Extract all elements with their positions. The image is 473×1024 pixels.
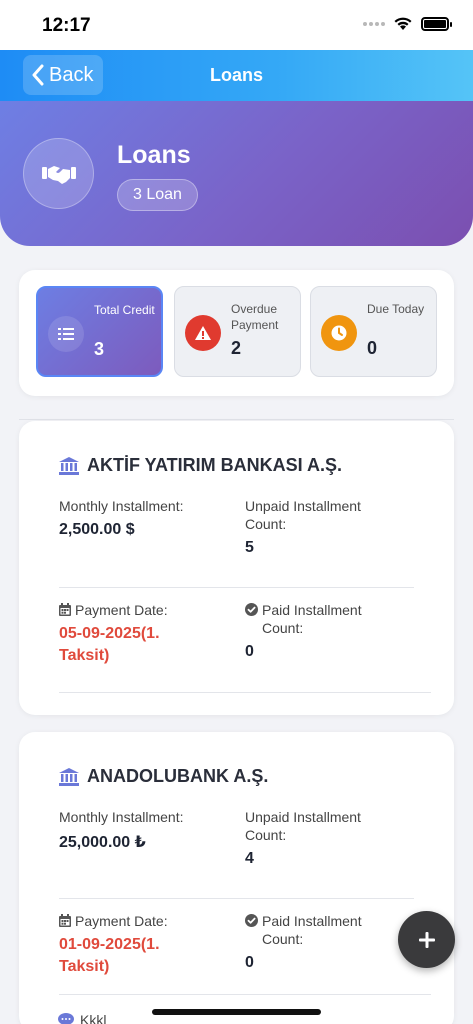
battery-icon (421, 16, 452, 31)
unpaid-installment-label: Unpaid Installment Count: (245, 498, 361, 532)
calendar-icon (59, 603, 71, 616)
stat-label: Due Today (367, 302, 425, 316)
paid-installment-value: 0 (245, 954, 254, 971)
handshake-icon (23, 138, 94, 209)
paid-installment-label-row: Paid Installment Count: (245, 912, 395, 948)
stat-total-credit[interactable]: Total Credit 3 (36, 286, 163, 377)
paid-installment-label: Paid Installment Count: (262, 913, 362, 947)
nav-bar: Back Loans (0, 50, 473, 101)
payment-date-label-row: Payment Date: (59, 912, 168, 930)
nav-title: Loans (209, 65, 263, 85)
plus-icon (418, 931, 435, 948)
unpaid-installment-label: Unpaid Installment Count: (245, 809, 361, 843)
payment-date-value: 05-09-2025(1. Taksit) (59, 625, 160, 664)
check-circle-icon (245, 914, 258, 927)
calendar-icon (59, 914, 71, 927)
payment-date-value: 01-09-2025(1. Taksit) (59, 936, 160, 975)
payment-date-label-row: Payment Date: (59, 601, 168, 619)
monthly-installment-value: 2,500.00 $ (59, 521, 135, 538)
bank-header: AKTİF YATIRIM BANKASI A.Ş. (59, 455, 342, 476)
home-indicator[interactable] (152, 1009, 321, 1015)
status-time: 12:17 (42, 15, 91, 36)
paid-installment-label-row: Paid Installment Count: (245, 601, 395, 637)
monthly-installment-label: Monthly Installment: (59, 809, 184, 825)
bank-icon (59, 767, 79, 786)
loans-header: Loans 3 Loan (0, 101, 473, 246)
stat-overdue-payment[interactable]: Overdue Payment 2 (174, 286, 301, 377)
status-icons (363, 16, 452, 31)
stat-label: Total Credit (94, 303, 155, 317)
paid-installment-value: 0 (245, 643, 254, 660)
warning-icon (185, 315, 221, 351)
page-title: Loans (117, 141, 191, 169)
loan-card[interactable]: ANADOLUBANK A.Ş. Monthly Installment: 25… (19, 732, 454, 1024)
divider (59, 587, 414, 588)
bank-header: ANADOLUBANK A.Ş. (59, 766, 268, 787)
bank-name: AKTİF YATIRIM BANKASI A.Ş. (87, 455, 343, 475)
unpaid-installment-value: 5 (245, 539, 254, 556)
check-circle-icon (245, 603, 258, 616)
loan-card[interactable]: AKTİF YATIRIM BANKASI A.Ş. Monthly Insta… (19, 421, 454, 715)
bank-name: ANADOLUBANK A.Ş. (87, 766, 269, 786)
divider (59, 898, 414, 899)
divider (59, 994, 431, 995)
monthly-installment-value: 25,000.00 ₺ (59, 834, 146, 851)
stat-value: 2 (231, 338, 242, 358)
status-bar: 12:17 (0, 0, 473, 50)
list-icon (48, 316, 84, 352)
payment-date-label: Payment Date: (75, 913, 168, 929)
payment-date-label: Payment Date: (75, 602, 168, 618)
add-loan-button[interactable] (398, 911, 455, 968)
note-row: Kkkl (58, 1012, 106, 1024)
note-text: Kkkl (80, 1012, 107, 1024)
comment-icon (58, 1013, 74, 1024)
cellular-signal-icon (363, 21, 385, 26)
loan-count-badge: 3 Loan (117, 179, 198, 211)
stat-label: Overdue Payment (231, 302, 279, 332)
stat-due-today[interactable]: Due Today 0 (310, 286, 437, 377)
stat-value: 0 (367, 338, 378, 358)
clock-icon (321, 315, 357, 351)
summary-stats: Total Credit 3 Overdue Payment 2 Due Tod… (19, 270, 454, 396)
stat-value: 3 (94, 339, 105, 359)
paid-installment-label: Paid Installment Count: (262, 602, 362, 636)
monthly-installment-label: Monthly Installment: (59, 498, 184, 514)
divider (59, 692, 431, 693)
bank-icon (59, 456, 79, 475)
unpaid-installment-value: 4 (245, 850, 254, 867)
wifi-icon (394, 17, 412, 30)
divider (19, 419, 454, 420)
